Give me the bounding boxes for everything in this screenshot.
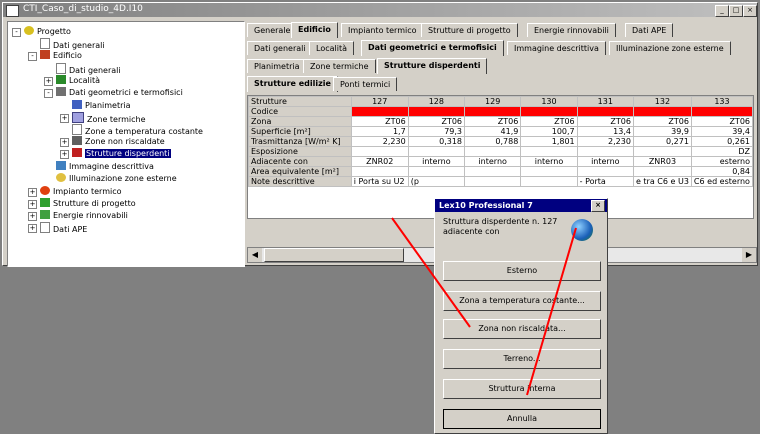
annotation-line xyxy=(526,227,577,396)
annotation-line xyxy=(391,217,471,328)
annotation-overlay xyxy=(391,217,577,396)
